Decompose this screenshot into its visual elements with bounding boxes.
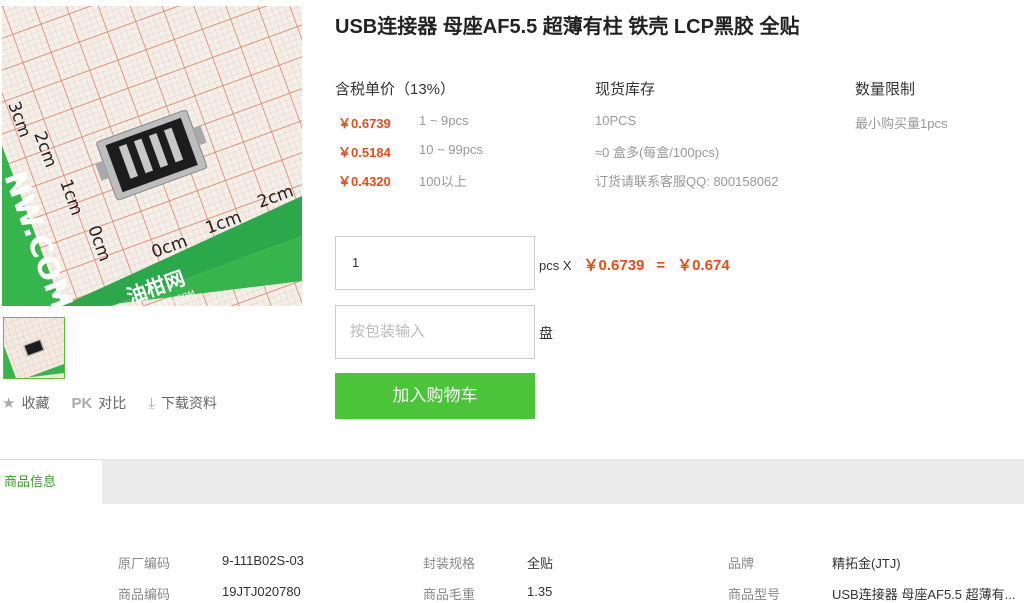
tab-product-info[interactable]: 商品信息 bbox=[0, 459, 102, 504]
tier-range: 1 ~ 9pcs bbox=[419, 113, 469, 128]
spec-value: 1.35 bbox=[527, 584, 553, 599]
stock-line: ≈0 盒多(每盒/100pcs) bbox=[595, 145, 720, 160]
spec-label: 品牌 bbox=[728, 556, 755, 571]
tier-price: ￥0.5184 bbox=[338, 145, 391, 160]
spec-label: 商品编码 bbox=[118, 587, 171, 602]
stock-line: 订货请联系客服QQ: 800158062 bbox=[595, 174, 779, 189]
price-tier: ￥0.5184 bbox=[338, 142, 391, 161]
tier-price: ￥0.6739 bbox=[338, 116, 391, 131]
price-header: 含税单价（13%） bbox=[335, 81, 456, 98]
package-unit: 盘 bbox=[539, 325, 553, 341]
spec-label: 商品毛重 bbox=[423, 587, 476, 602]
spec-value: 9-111B02S-03 bbox=[222, 553, 304, 568]
star-icon: ★ bbox=[2, 395, 16, 412]
package-quantity-input[interactable]: 按包装输入 bbox=[335, 305, 535, 359]
limit-header: 数量限制 bbox=[855, 81, 916, 98]
spec-label: 封装规格 bbox=[423, 556, 476, 571]
download-button[interactable]: ⤓ 下载资料 bbox=[148, 393, 217, 413]
favorite-button[interactable]: ★ 收藏 bbox=[2, 393, 49, 413]
unit-price: ￥0.6739 bbox=[583, 257, 645, 274]
tier-range: 100以上 bbox=[419, 174, 467, 189]
tier-range: 10 ~ 99pcs bbox=[419, 142, 483, 157]
spec-value: USB连接器 母座AF5.5 超薄有... bbox=[832, 587, 1016, 602]
download-icon: ⤓ bbox=[148, 394, 155, 412]
stock-header: 现货库存 bbox=[595, 81, 656, 98]
thumbnail-image[interactable] bbox=[3, 317, 65, 379]
favorite-label: 收藏 bbox=[21, 395, 50, 411]
stock-line: 10PCS bbox=[595, 113, 637, 128]
product-title: USB连接器 母座AF5.5 超薄有柱 铁壳 LCP黑胶 全贴 bbox=[335, 16, 800, 38]
info-tab-bar: 商品信息 bbox=[0, 459, 1024, 504]
product-image[interactable]: 3cm 2cm 1cm 0cm 0cm 1cm 2cm NW.COM 油柑网 Y… bbox=[2, 6, 302, 306]
price-tier: ￥0.4320 bbox=[338, 171, 391, 190]
spec-value: 精拓金(JTJ) bbox=[832, 556, 901, 571]
spec-value: 19JTJ020780 bbox=[222, 584, 301, 599]
unit-multiplier: pcs X bbox=[539, 258, 572, 273]
compare-label: 对比 bbox=[98, 395, 127, 411]
download-label: 下载资料 bbox=[160, 395, 217, 411]
compare-button[interactable]: PK 对比 bbox=[71, 393, 126, 413]
add-to-cart-button[interactable]: 加入购物车 bbox=[335, 373, 535, 419]
price-calculation: pcs X ￥0.6739 = ￥0.674 bbox=[539, 254, 730, 275]
spec-label: 商品型号 bbox=[728, 587, 781, 602]
quantity-input[interactable]: 1 bbox=[335, 236, 535, 290]
spec-label: 原厂编码 bbox=[118, 556, 171, 571]
price-tier: ￥0.6739 bbox=[338, 113, 391, 132]
spec-value: 全贴 bbox=[527, 556, 554, 571]
product-actions: ★ 收藏 PK 对比 ⤓ 下载资料 bbox=[2, 393, 239, 413]
pk-icon: PK bbox=[71, 394, 93, 412]
equals-sign: = bbox=[656, 257, 666, 274]
total-price: ￥0.674 bbox=[677, 257, 730, 274]
tier-price: ￥0.4320 bbox=[338, 174, 391, 189]
min-purchase: 最小购买量1pcs bbox=[855, 116, 948, 131]
